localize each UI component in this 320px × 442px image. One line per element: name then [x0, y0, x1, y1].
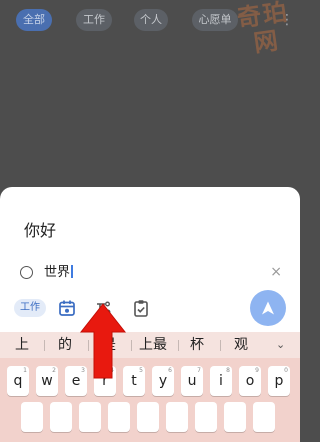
key-number: 7 — [197, 367, 201, 374]
subtask-text: 世界 — [44, 265, 71, 280]
key-letter: o — [245, 373, 255, 389]
tab-work[interactable]: 工作 — [76, 9, 112, 31]
text-cursor — [71, 265, 73, 278]
key-letter: i — [219, 373, 223, 389]
red-arrow-annotation — [79, 303, 127, 379]
watermark-logo: 奇珀 网 — [227, 0, 304, 61]
tab-personal[interactable]: 个人 — [134, 9, 168, 31]
category-chip[interactable]: 工作 — [14, 299, 46, 317]
subtask-row[interactable]: 世界 × — [20, 264, 290, 285]
key-letter: y — [158, 373, 168, 389]
key-number: 1 — [23, 367, 27, 374]
key-number: 6 — [168, 367, 172, 374]
key-number: 2 — [52, 367, 56, 374]
key-number: 0 — [284, 367, 288, 374]
soft-keyboard: q1 w2 e3 r4 t5 y6 u7 i8 o9 p0 — [0, 358, 300, 442]
key-letter: w — [41, 373, 53, 389]
candidate-2[interactable]: 的 — [58, 332, 72, 358]
key-letter: q — [13, 373, 23, 389]
key-row2[interactable] — [253, 402, 275, 432]
key-i[interactable]: i8 — [210, 366, 232, 396]
key-row2[interactable] — [166, 402, 188, 432]
key-o[interactable]: o9 — [239, 366, 261, 396]
new-task-sheet: 你好 世界 × 工作 — [0, 187, 300, 332]
chevron-down-icon[interactable]: ⌄ — [276, 332, 285, 358]
key-u[interactable]: u7 — [181, 366, 203, 396]
candidate-4[interactable]: 上最 — [139, 332, 167, 358]
candidate-divider — [220, 340, 221, 351]
key-row2[interactable] — [79, 402, 101, 432]
key-letter: t — [131, 373, 137, 389]
ime-candidate-bar: 上 的 是 上最 杯 观 ⌄ — [0, 332, 300, 358]
key-row2[interactable] — [21, 402, 43, 432]
key-letter: p — [274, 373, 284, 389]
key-p[interactable]: p0 — [268, 366, 290, 396]
task-title-input[interactable]: 你好 — [24, 217, 56, 241]
key-row2[interactable] — [108, 402, 130, 432]
subtask-input[interactable]: 世界 — [44, 265, 73, 281]
key-row2[interactable] — [137, 402, 159, 432]
key-row2[interactable] — [195, 402, 217, 432]
subtask-checkbox-icon[interactable] — [20, 266, 33, 279]
candidate-divider — [44, 340, 45, 351]
key-row2[interactable] — [50, 402, 72, 432]
tab-all[interactable]: 全部 — [16, 9, 52, 31]
key-number: 5 — [139, 367, 143, 374]
candidate-6[interactable]: 观 — [234, 332, 248, 358]
key-row2[interactable] — [224, 402, 246, 432]
key-number: 8 — [226, 367, 230, 374]
candidate-divider — [178, 340, 179, 351]
key-y[interactable]: y6 — [152, 366, 174, 396]
clear-subtask-icon[interactable]: × — [270, 264, 282, 280]
key-q[interactable]: q1 — [7, 366, 29, 396]
key-number: 9 — [255, 367, 259, 374]
clipboard-icon[interactable] — [131, 298, 151, 318]
candidate-1[interactable]: 上 — [15, 332, 29, 358]
send-button[interactable] — [250, 290, 286, 326]
key-letter: u — [187, 373, 197, 389]
send-icon — [262, 301, 274, 315]
calendar-icon[interactable] — [57, 298, 77, 318]
candidate-5[interactable]: 杯 — [190, 332, 204, 358]
key-w[interactable]: w2 — [36, 366, 58, 396]
candidate-divider — [131, 340, 132, 351]
